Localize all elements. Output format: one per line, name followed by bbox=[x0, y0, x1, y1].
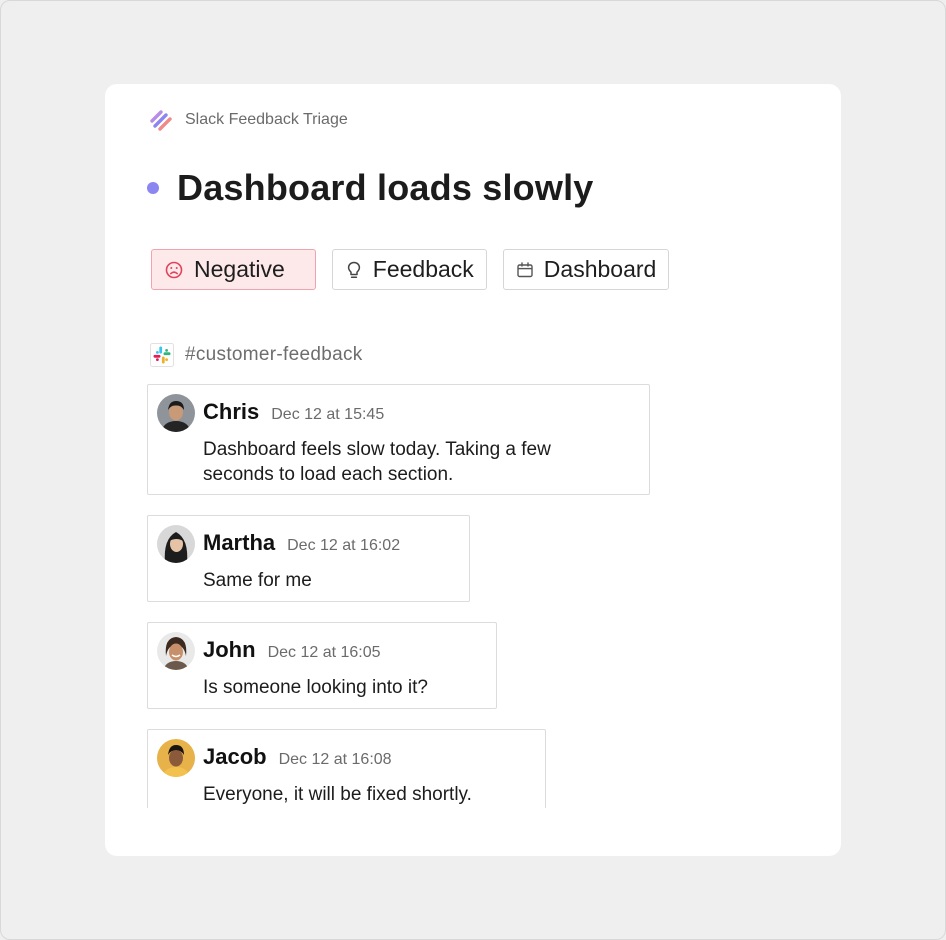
frown-icon bbox=[165, 261, 183, 278]
tag-dashboard[interactable]: Dashboard bbox=[502, 249, 670, 290]
slack-logo-icon bbox=[150, 343, 174, 367]
message-item[interactable]: Chris Dec 12 at 15:45 Dashboard feels sl… bbox=[147, 384, 650, 495]
message-item[interactable]: John Dec 12 at 16:05 Is someone looking … bbox=[147, 622, 497, 709]
list-clip bbox=[145, 808, 665, 856]
app-name: Slack Feedback Triage bbox=[185, 111, 348, 128]
tag-feedback[interactable]: Feedback bbox=[331, 249, 487, 290]
message-text-line: Is someone looking into it? bbox=[203, 677, 428, 698]
message-header: Jacob Dec 12 at 16:08 bbox=[203, 744, 392, 770]
message-text: Same for me bbox=[203, 568, 312, 593]
message-text: Dashboard feels slow today. Taking a few… bbox=[203, 437, 551, 487]
author-name[interactable]: John bbox=[203, 637, 256, 663]
avatar[interactable] bbox=[157, 632, 195, 670]
message-header: Chris Dec 12 at 15:45 bbox=[203, 399, 384, 425]
timestamp: Dec 12 at 16:08 bbox=[278, 751, 392, 768]
issue-card: Slack Feedback Triage Dashboard loads sl… bbox=[105, 84, 841, 856]
message-text-line: Everyone, it will be fixed shortly. bbox=[203, 784, 472, 805]
author-name[interactable]: Martha bbox=[203, 530, 275, 556]
timestamp: Dec 12 at 16:05 bbox=[267, 644, 381, 661]
avatar[interactable] bbox=[157, 525, 195, 563]
app-logo-icon bbox=[150, 110, 172, 131]
channel-name: #customer-feedback bbox=[185, 344, 363, 365]
message-text: Is someone looking into it? bbox=[203, 675, 428, 700]
timestamp: Dec 12 at 15:45 bbox=[271, 406, 385, 423]
message-header: John Dec 12 at 16:05 bbox=[203, 637, 381, 663]
tag-list: Negative Feedback Dashboard bbox=[151, 249, 670, 290]
timestamp: Dec 12 at 16:02 bbox=[287, 537, 401, 554]
message-text-line: seconds to load each section. bbox=[203, 464, 454, 485]
calendar-icon bbox=[517, 261, 533, 277]
status-dot bbox=[147, 182, 159, 194]
tag-label: Negative bbox=[194, 256, 285, 282]
channel-header[interactable]: #customer-feedback bbox=[150, 343, 363, 367]
tag-negative[interactable]: Negative bbox=[151, 249, 316, 290]
author-name[interactable]: Chris bbox=[203, 399, 259, 425]
avatar[interactable] bbox=[157, 739, 195, 777]
title-row: Dashboard loads slowly bbox=[147, 164, 594, 212]
message-header: Martha Dec 12 at 16:02 bbox=[203, 530, 400, 556]
message-text: Everyone, it will be fixed shortly. bbox=[203, 782, 472, 807]
breadcrumb[interactable]: Slack Feedback Triage bbox=[149, 108, 348, 132]
message-text-line: Same for me bbox=[203, 570, 312, 591]
author-name[interactable]: Jacob bbox=[203, 744, 267, 770]
message-item[interactable]: Martha Dec 12 at 16:02 Same for me bbox=[147, 515, 470, 602]
lightbulb-icon bbox=[347, 261, 360, 278]
avatar[interactable] bbox=[157, 394, 195, 432]
tag-label: Dashboard bbox=[543, 256, 657, 282]
tag-label: Feedback bbox=[372, 256, 474, 282]
message-text-line: Dashboard feels slow today. Taking a few bbox=[203, 439, 551, 460]
message-item[interactable]: Jacob Dec 12 at 16:08 Everyone, it will … bbox=[147, 729, 546, 810]
page-title: Dashboard loads slowly bbox=[177, 167, 594, 208]
